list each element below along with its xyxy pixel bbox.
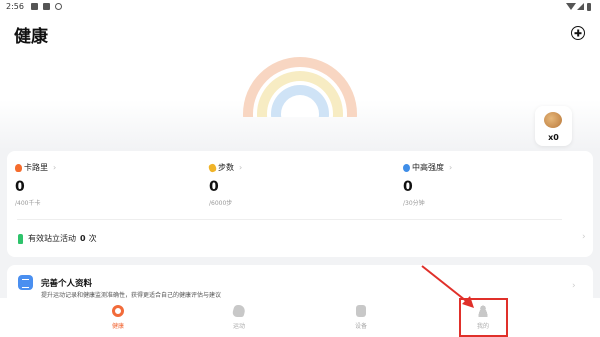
stats-card: 卡路里 › 0 /400千卡 步数 › 0 /6000步 中高强度 › 0 /3… <box>7 151 593 257</box>
intensity-stat[interactable]: 中高强度 › 0 /30分钟 <box>403 162 452 207</box>
activity-rings[interactable] <box>243 57 357 117</box>
chevron-right-icon: › <box>53 163 57 172</box>
run-icon <box>231 305 247 317</box>
fire-icon <box>15 163 22 172</box>
steps-stat[interactable]: 步数 › 0 /6000步 <box>207 162 243 207</box>
stand-icon <box>18 233 23 244</box>
stand-activity-row[interactable]: 有效站立活动 0 次 <box>18 233 97 244</box>
status-time: 2:56 <box>6 2 24 11</box>
circle-notification-icon <box>55 3 62 10</box>
add-icon[interactable] <box>571 26 585 40</box>
steps-label: 步数 <box>218 163 234 172</box>
health-ring-icon <box>112 305 124 317</box>
stand-label: 有效站立活动 <box>28 234 76 243</box>
stand-value: 0 <box>80 234 86 243</box>
stand-unit: 次 <box>88 234 97 243</box>
chevron-right-icon: › <box>239 163 243 172</box>
profile-card-title: 完善个人资料 <box>41 279 93 289</box>
status-bar: 2:56 <box>0 0 600 14</box>
nav-tab-label: 设备 <box>354 323 367 330</box>
steps-icon <box>207 162 218 173</box>
calories-stat[interactable]: 卡路里 › 0 /400千卡 <box>15 162 56 207</box>
nav-tab-health[interactable]: 健康 <box>93 305 143 330</box>
nav-tab-device[interactable]: 设备 <box>336 305 386 330</box>
coin-icon <box>544 112 562 128</box>
app-notification-icon <box>43 3 50 10</box>
nav-tab-me[interactable]: 我的 <box>458 305 508 330</box>
nav-tab-label: 健康 <box>111 323 124 330</box>
steps-goal: /6000步 <box>209 200 233 207</box>
divider <box>17 219 562 220</box>
wifi-icon <box>566 3 576 10</box>
chevron-right-icon: › <box>582 232 586 242</box>
chevron-right-icon: › <box>572 281 576 291</box>
bottom-nav: 健康 运动 设备 我的 <box>0 298 600 337</box>
battery-icon <box>587 3 591 11</box>
watch-icon <box>356 305 366 317</box>
calories-value: 0 <box>15 179 25 195</box>
coin-count: x0 <box>548 133 559 142</box>
intensity-label: 中高强度 <box>412 163 444 172</box>
chevron-right-icon: › <box>449 163 453 172</box>
nav-tab-label: 我的 <box>476 323 489 330</box>
nav-tab-exercise[interactable]: 运动 <box>214 305 264 330</box>
calories-label: 卡路里 <box>24 163 48 172</box>
nav-tab-label: 运动 <box>232 323 245 330</box>
profile-form-icon <box>18 275 33 290</box>
signal-icon <box>577 3 584 10</box>
page-title: 健康 <box>14 27 48 47</box>
intensity-value: 0 <box>403 179 413 195</box>
clock-icon <box>403 163 410 172</box>
steps-value: 0 <box>209 179 219 195</box>
image-notification-icon <box>31 3 38 10</box>
person-icon <box>477 305 489 317</box>
calories-goal: /400千卡 <box>15 200 41 207</box>
coin-badge[interactable]: x0 <box>535 106 572 146</box>
intensity-goal: /30分钟 <box>403 200 425 207</box>
